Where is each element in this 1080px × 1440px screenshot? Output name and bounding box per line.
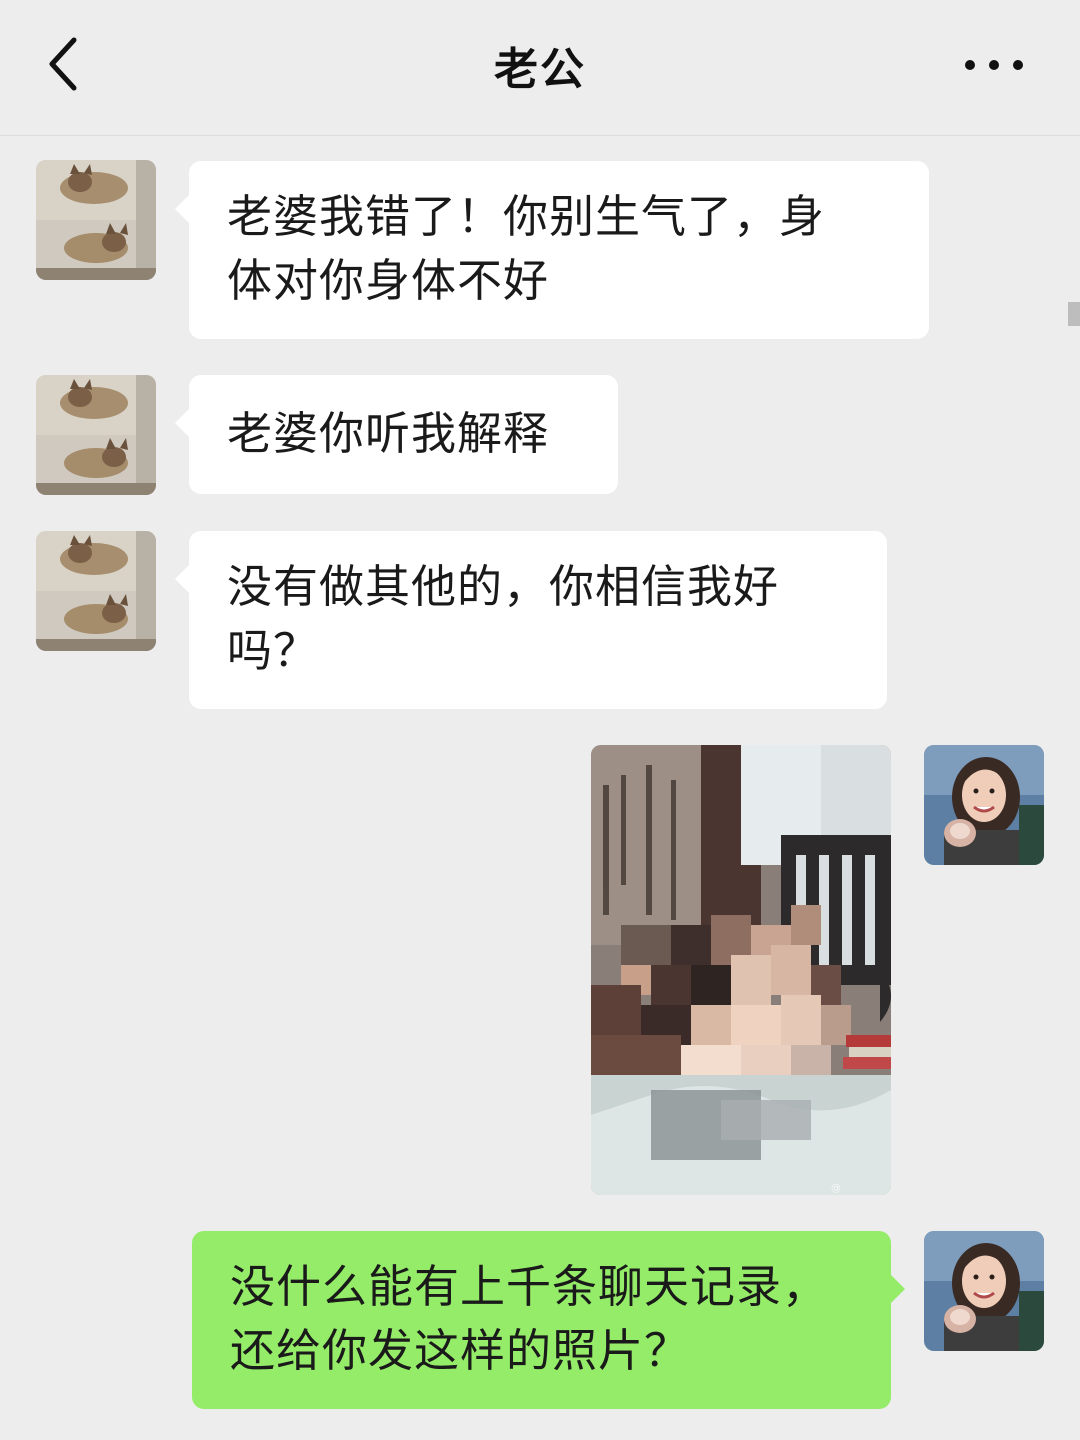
message-text-line: 没什么能有上千条聊天记录， xyxy=(230,1260,829,1313)
message-text-line: 吗？ xyxy=(227,624,320,677)
contact-avatar[interactable] xyxy=(36,375,156,495)
message-text-line: 还给你发这样的照片？ xyxy=(230,1324,691,1377)
more-dots-icon xyxy=(965,60,1023,70)
self-avatar[interactable] xyxy=(924,1231,1044,1351)
chat-header: 老公 xyxy=(0,0,1080,136)
message-text: 老婆你听我解释 xyxy=(227,407,550,460)
message-bubble-incoming[interactable]: 没有做其他的，你相信我好 吗？ xyxy=(175,531,887,709)
self-avatar[interactable] xyxy=(924,745,1044,865)
image-bubble-tail xyxy=(880,970,891,1022)
chat-title: 老公 xyxy=(494,44,586,95)
svg-text:@: @ xyxy=(831,1183,841,1194)
message-bubble-incoming[interactable]: 老婆我错了！你别生气了，身 体对你身体不好 xyxy=(175,161,929,339)
message-bubble-outgoing[interactable]: 没什么能有上千条聊天记录， 还给你发这样的照片？ xyxy=(192,1231,905,1409)
more-options-button[interactable] xyxy=(962,50,1026,80)
contact-avatar[interactable] xyxy=(36,531,156,651)
message-text-line: 体对你身体不好 xyxy=(227,254,550,307)
message-text-line: 没有做其他的，你相信我好 xyxy=(227,560,780,613)
image-message[interactable]: @ xyxy=(591,745,891,1195)
contact-avatar[interactable] xyxy=(36,160,156,280)
message-text-line: 老婆我错了！你别生气了，身 xyxy=(227,190,826,243)
pixelated-photo: @ xyxy=(591,745,891,1195)
scrollbar-thumb[interactable] xyxy=(1068,302,1080,326)
message-bubble-incoming[interactable]: 老婆你听我解释 xyxy=(175,375,618,494)
